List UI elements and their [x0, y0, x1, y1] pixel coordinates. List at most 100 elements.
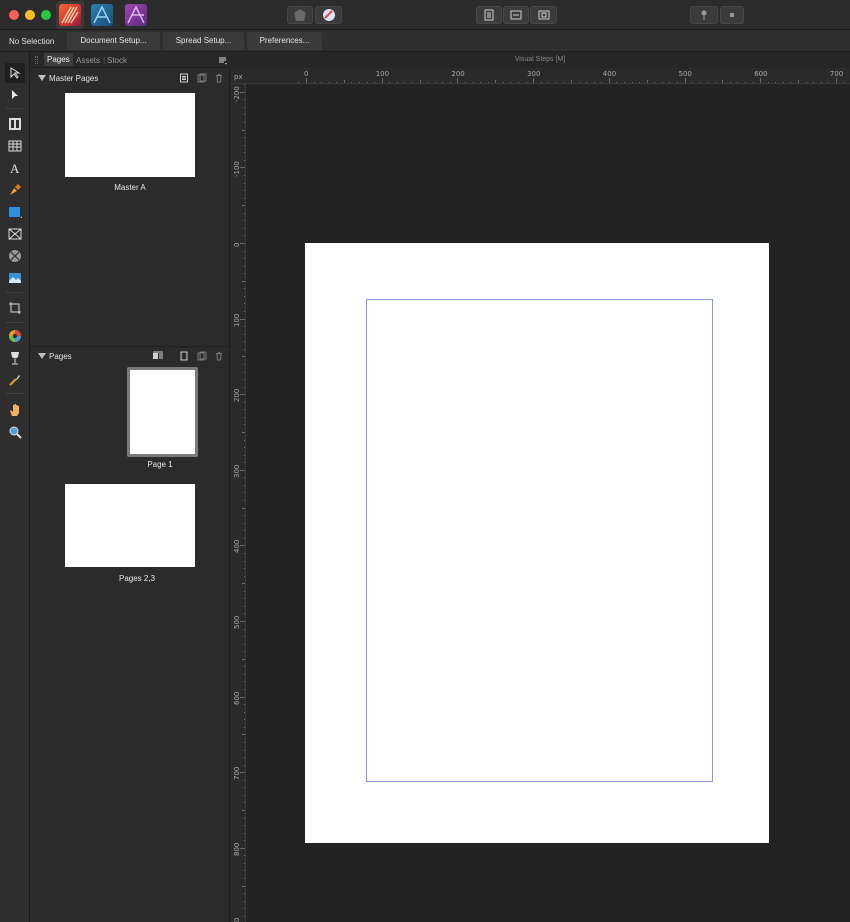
shape-tool[interactable] [5, 202, 25, 222]
ruler-unit: px [234, 73, 243, 81]
ruler-tick-label: 400 [233, 540, 241, 554]
page-1-label: Page 1 [147, 460, 173, 469]
picture-frame-tool[interactable] [5, 224, 25, 244]
duplicate-master-icon[interactable] [197, 73, 207, 83]
ellipse-frame-tool[interactable] [5, 246, 25, 266]
pages-title: Pages [49, 352, 72, 361]
tab-separator: | [103, 56, 106, 65]
add-page-icon[interactable] [179, 351, 189, 361]
table-icon [8, 140, 22, 152]
ruler-tick-label: 400 [602, 70, 617, 78]
studio-tabs: Pages Assets | Stock [30, 52, 230, 68]
margin-guides [366, 299, 713, 782]
image-icon [9, 273, 21, 283]
snapping-button[interactable] [315, 6, 342, 24]
pentagon-icon [294, 9, 306, 21]
tab-assets[interactable]: Assets [76, 56, 100, 65]
affinity-publisher-window: No Selection Document Setup... Spread Se… [0, 0, 850, 922]
pen-nib-icon [10, 184, 21, 195]
rectangle-shape-icon [9, 207, 22, 218]
vertical-ruler[interactable]: -200-1000100200300400500600700800900 [230, 84, 246, 922]
ellipse-frame-icon [9, 250, 21, 262]
frame-icon [538, 10, 549, 20]
ruler-tick-label: 300 [527, 70, 541, 78]
wine-glass-icon [11, 352, 19, 365]
ruler-tick-label: 800 [233, 842, 241, 856]
crop-tool[interactable] [5, 298, 25, 318]
spread-icon [510, 10, 522, 20]
pages-2-3-label: Pages 2,3 [118, 574, 156, 583]
collapse-triangle-icon[interactable] [38, 75, 46, 81]
ruler-tick-label: 600 [233, 691, 241, 705]
document-title: Visual Steps [M] [230, 52, 850, 68]
table-tool[interactable] [5, 136, 25, 156]
tab-stock[interactable]: Stock [107, 56, 127, 65]
pages-studio-panel: Pages Assets | Stock Master Pages Master… [30, 52, 230, 922]
ruler-tick-label: 700 [829, 70, 844, 78]
page-icon [484, 9, 494, 21]
zoom-tool[interactable] [5, 422, 25, 442]
maximize-window-button[interactable] [41, 10, 51, 20]
move-tool[interactable] [5, 63, 25, 83]
ruler-tick-label: 100 [233, 313, 241, 327]
panel-menu-icon[interactable] [218, 55, 228, 65]
place-image-tool[interactable] [5, 268, 25, 288]
photo-persona-icon[interactable] [125, 4, 147, 26]
snapping-magnet-icon [322, 9, 335, 21]
title-bar [0, 0, 850, 30]
context-toolbar: No Selection Document Setup... Spread Se… [0, 30, 850, 52]
selection-status: No Selection [9, 37, 55, 46]
tool-divider [6, 322, 24, 323]
square-icon [730, 13, 734, 17]
page-options-icon[interactable] [152, 351, 164, 361]
minimize-window-button[interactable] [25, 10, 35, 20]
publisher-persona-icon[interactable] [59, 4, 81, 26]
pages-2-3-thumbnail[interactable] [65, 484, 195, 567]
section-divider [30, 346, 230, 347]
page-1[interactable] [305, 243, 769, 843]
view-tool[interactable] [5, 400, 25, 420]
pin-button[interactable] [690, 6, 718, 24]
letter-a-icon: A [10, 161, 20, 175]
spread-setup-button[interactable]: Spread Setup... [163, 32, 244, 50]
collapse-triangle-icon[interactable] [38, 353, 46, 359]
master-a-thumbnail[interactable] [65, 93, 195, 177]
color-wheel-icon [9, 330, 21, 342]
master-pages-header[interactable]: Master Pages [30, 70, 230, 86]
master-a-label: Master A [114, 183, 146, 192]
ruler-tick-label: 700 [233, 766, 241, 781]
node-tool[interactable] [5, 85, 25, 105]
add-master-icon[interactable] [179, 73, 189, 83]
preferences-button[interactable]: Preferences... [247, 32, 322, 50]
ruler-tick-label: 200 [451, 70, 465, 78]
ruler-tick-label: 900 [233, 918, 241, 922]
document-canvas[interactable] [246, 84, 850, 922]
stop-button[interactable] [720, 6, 744, 24]
fit-spread-button[interactable] [503, 6, 529, 24]
pages-header[interactable]: Pages [30, 348, 230, 364]
delete-master-trash-icon[interactable] [214, 73, 224, 83]
delete-page-trash-icon[interactable] [214, 351, 224, 361]
page-1-thumbnail[interactable] [127, 367, 198, 457]
pen-tool[interactable] [5, 180, 25, 200]
fill-tool[interactable] [5, 326, 25, 346]
panel-grip-icon[interactable] [35, 56, 38, 64]
tab-pages[interactable]: Pages [44, 53, 73, 66]
ruler-tick-label: 300 [233, 464, 241, 478]
artistic-text-tool[interactable]: A [5, 158, 25, 178]
duplicate-page-icon[interactable] [197, 351, 207, 361]
text-frame-icon [9, 118, 21, 130]
fit-page-button[interactable] [530, 6, 557, 24]
insert-page-button[interactable] [476, 6, 502, 24]
designer-persona-icon[interactable] [91, 4, 113, 26]
transparency-tool[interactable] [5, 348, 25, 368]
frame-text-tool[interactable] [5, 114, 25, 134]
assistant-button[interactable] [287, 6, 313, 24]
close-window-button[interactable] [9, 10, 19, 20]
picture-frame-cross-icon [8, 228, 22, 240]
horizontal-ruler[interactable]: px 0 100 200 300 400 500 600 700 [230, 68, 850, 84]
document-setup-button[interactable]: Document Setup... [67, 32, 160, 50]
svg-text:A: A [10, 161, 20, 175]
color-picker-tool[interactable] [5, 370, 25, 390]
ruler-tick-label: 0 [304, 70, 309, 78]
